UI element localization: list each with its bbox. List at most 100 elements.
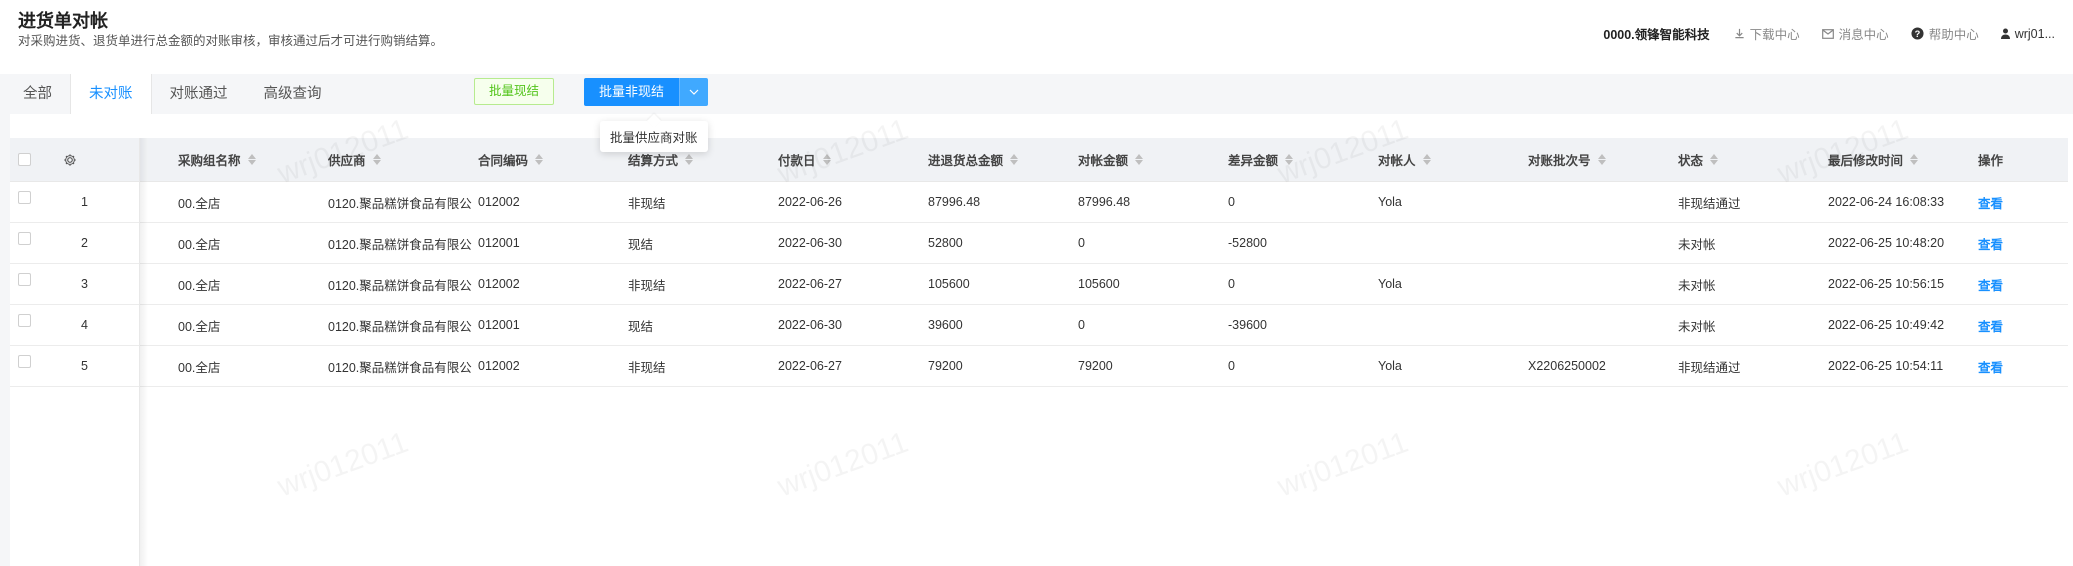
cell-status: 非现结通过 (1678, 346, 1826, 386)
cell-total-amount: 87996.48 (928, 182, 1076, 222)
column-header-difference-amount[interactable]: 差异金额 (1228, 138, 1376, 181)
cell-supplier: 0120.聚品糕饼食品有限公 (328, 182, 476, 222)
dropdown-toggle-button[interactable] (679, 78, 709, 106)
help-center-link[interactable]: ? 帮助中心 (1911, 24, 1979, 43)
cell-value: 2022-06-27 (778, 359, 842, 373)
cell-batch-number (1528, 305, 1676, 345)
view-link[interactable]: 查看 (1978, 357, 2003, 376)
cell-value: 2022-06-25 10:48:20 (1828, 236, 1945, 250)
cell-value: X2206250002 (1528, 359, 1606, 373)
user-name: wrj01... (2014, 26, 2055, 41)
action-cell: 查看 (1978, 264, 2058, 304)
sort-icon[interactable] (372, 154, 381, 165)
cell-value: 00.全店 (178, 319, 221, 334)
cell-total-amount: 105600 (928, 264, 1076, 304)
view-link[interactable]: 查看 (1978, 234, 2003, 253)
sort-icon[interactable] (1422, 154, 1431, 165)
view-link[interactable]: 查看 (1978, 316, 2003, 335)
tab-unreconciled[interactable]: 未对账 (70, 74, 152, 114)
cell-total-amount: 52800 (928, 223, 1076, 263)
company-name[interactable]: 0000.领锋智能科技 (1603, 24, 1709, 43)
cell-value: 2022-06-26 (778, 195, 842, 209)
sort-icon[interactable] (1910, 154, 1919, 165)
cell-payment-date: 2022-06-30 (778, 223, 926, 263)
cell-value: 0120.聚品糕饼食品有限公 (328, 237, 472, 252)
table-row[interactable]: 2 00.全店 0120.聚品糕饼食品有限公 012001 现结 2022-06-30 52… (10, 223, 2068, 264)
cell-reconciler (1378, 223, 1526, 263)
table-row[interactable]: 4 00.全店 0120.聚品糕饼食品有限公 012001 现结 2022-06-30 39… (10, 305, 2068, 346)
sort-icon[interactable] (1285, 154, 1294, 165)
fixed-columns-shadow (140, 138, 148, 566)
cell-purchase-group: 00.全店 (178, 223, 326, 263)
help-center-label: 帮助中心 (1928, 28, 1979, 42)
column-header-status[interactable]: 状态 (1678, 138, 1826, 181)
column-header-supplier[interactable]: 供应商 (328, 138, 476, 181)
cell-reconciler: Yola (1378, 264, 1526, 304)
cell-last-modified: 2022-06-25 10:56:15 (1828, 264, 1976, 304)
sort-icon[interactable] (685, 154, 694, 165)
cell-contract-code: 012002 (478, 182, 626, 222)
action-cell: 查看 (1978, 346, 2058, 386)
column-header-label: 操作 (1978, 154, 2004, 168)
sort-icon[interactable] (247, 154, 256, 165)
table-row[interactable]: 1 00.全店 0120.聚品糕饼食品有限公 012002 非现结 2022-06-26 8… (10, 182, 2068, 223)
svg-text:?: ? (1914, 29, 1920, 39)
message-center-label: 消息中心 (1838, 28, 1889, 42)
column-header-last-modified[interactable]: 最后修改时间 (1828, 138, 1976, 181)
sort-icon[interactable] (822, 154, 831, 165)
user-menu[interactable]: wrj01... (2000, 26, 2055, 41)
cell-value: Yola (1378, 195, 1402, 209)
column-header-label: 供应商 (328, 154, 366, 168)
column-header-reconciled-amount[interactable]: 对帐金额 (1078, 138, 1226, 181)
batch-cash-settle-button[interactable]: 批量现结 (474, 78, 555, 105)
action-cell: 查看 (1978, 223, 2058, 263)
cell-payment-date: 2022-06-26 (778, 182, 926, 222)
column-header-reconciler[interactable]: 对帐人 (1378, 138, 1526, 181)
cell-value: 2022-06-27 (778, 277, 842, 291)
cell-value: 79200 (1078, 359, 1113, 373)
cell-last-modified: 2022-06-25 10:54:11 (1828, 346, 1976, 386)
cell-value: 现结 (628, 319, 654, 334)
batch-noncash-settle-button[interactable]: 批量非现结 (584, 78, 680, 106)
sort-icon[interactable] (1010, 154, 1019, 165)
tab-all[interactable]: 全部 (5, 74, 70, 114)
cell-reconciled-amount: 87996.48 (1078, 182, 1226, 222)
cell-contract-code: 012001 (478, 223, 626, 263)
cell-value: 012002 (478, 359, 520, 373)
main-content: 全部 未对账 对账通过 高级查询 批量现结 批量非现结 采购组名称 供应商 合同编码… (0, 74, 2073, 566)
cell-difference-amount: -39600 (1228, 305, 1376, 345)
column-header-batch-number[interactable]: 对账批次号 (1528, 138, 1676, 181)
cell-status: 未对帐 (1678, 223, 1826, 263)
message-center-link[interactable]: 消息中心 (1821, 24, 1889, 43)
tab-advanced-search[interactable]: 高级查询 (246, 74, 340, 114)
download-icon (1735, 28, 1744, 39)
cell-batch-number (1528, 182, 1676, 222)
cell-reconciler: Yola (1378, 182, 1526, 222)
column-header-payment-date[interactable]: 付款日 (778, 138, 926, 181)
cell-total-amount: 79200 (928, 346, 1076, 386)
column-header-label: 对账批次号 (1528, 154, 1591, 168)
view-link[interactable]: 查看 (1978, 275, 2003, 294)
table-row[interactable]: 3 00.全店 0120.聚品糕饼食品有限公 012002 非现结 2022-06-27 1… (10, 264, 2068, 305)
top-right-nav: 0000.领锋智能科技 下载中心 消息中心 ? 帮助中心 wrj01... (1603, 24, 2055, 43)
cell-value: 012002 (478, 195, 520, 209)
column-header-label: 付款日 (778, 154, 816, 168)
sort-icon[interactable] (1597, 154, 1606, 165)
column-header-label: 采购组名称 (178, 154, 241, 168)
cell-reconciler: Yola (1378, 346, 1526, 386)
cell-value: 00.全店 (178, 196, 221, 211)
column-header-purchase-group[interactable]: 采购组名称 (178, 138, 326, 181)
sort-icon[interactable] (1135, 154, 1144, 165)
column-header-total-amount[interactable]: 进退货总金额 (928, 138, 1076, 181)
table-row[interactable]: 5 00.全店 0120.聚品糕饼食品有限公 012002 非现结 2022-06-27 7… (10, 346, 2068, 387)
cell-value: 012001 (478, 318, 520, 332)
cell-settlement-method: 非现结 (628, 346, 776, 386)
sort-icon[interactable] (1710, 154, 1719, 165)
download-center-link[interactable]: 下载中心 (1734, 24, 1800, 43)
cell-last-modified: 2022-06-25 10:49:42 (1828, 305, 1976, 345)
tab-reconciled[interactable]: 对账通过 (152, 74, 246, 114)
column-header-label: 结算方式 (628, 154, 679, 168)
sort-icon[interactable] (535, 154, 544, 165)
user-icon (2000, 28, 2010, 39)
view-link[interactable]: 查看 (1978, 193, 2003, 212)
